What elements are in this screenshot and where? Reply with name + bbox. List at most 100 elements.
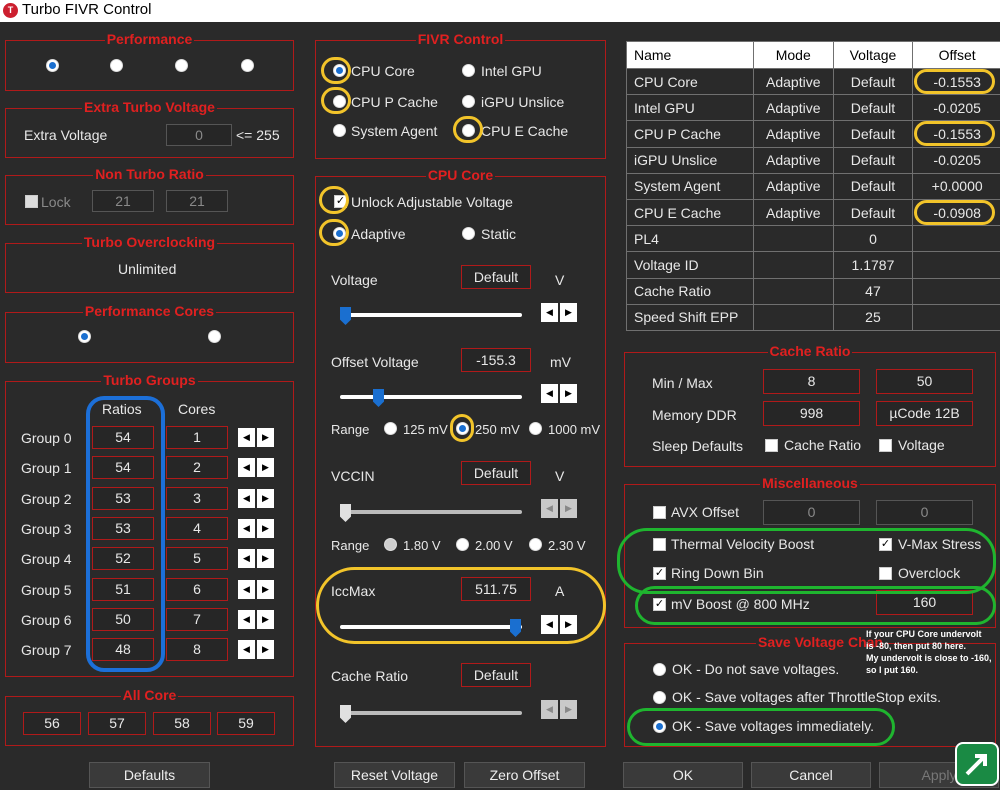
arrow-left-icon[interactable]: ◀ xyxy=(238,609,255,629)
fivr-radio-igpu-unslice[interactable] xyxy=(462,95,475,108)
arrow-right-icon[interactable]: ▶ xyxy=(257,518,274,538)
arrow-left-icon[interactable]: ◀ xyxy=(541,303,558,322)
table-row[interactable]: PL4 0 xyxy=(626,225,1000,253)
range-radio-125[interactable] xyxy=(384,422,397,435)
vccin-range-radio-200[interactable] xyxy=(456,538,469,551)
fivr-radio-intel-gpu[interactable] xyxy=(462,64,475,77)
save-option-exit-radio[interactable] xyxy=(653,691,666,704)
ok-button[interactable]: OK xyxy=(623,762,743,788)
table-cell-mode: Adaptive xyxy=(752,94,834,122)
vccin-slider-thumb[interactable] xyxy=(340,504,351,522)
arrow-right-icon[interactable]: ▶ xyxy=(257,428,274,447)
table-cell-voltage: Default xyxy=(832,67,914,96)
all-core-input-3[interactable]: 58 xyxy=(153,712,211,735)
voltage-slider-thumb[interactable] xyxy=(340,307,351,325)
arrow-right-icon[interactable]: ▶ xyxy=(257,549,274,569)
vccin-range-radio-180[interactable] xyxy=(384,538,397,551)
group-cores-input[interactable]: 6 xyxy=(166,577,228,601)
avx-offset-input-2[interactable]: 0 xyxy=(876,500,973,525)
perf-cores-radio-1[interactable] xyxy=(78,330,91,343)
zero-offset-button[interactable]: Zero Offset xyxy=(464,762,585,788)
arrow-left-icon[interactable]: ◀ xyxy=(238,640,255,660)
group-spinner[interactable]: ◀ ▶ xyxy=(238,428,275,447)
group-spinner[interactable]: ◀ ▶ xyxy=(238,518,275,538)
extra-voltage-input[interactable]: 0 xyxy=(166,124,232,146)
static-radio[interactable] xyxy=(462,227,475,240)
all-core-input-2[interactable]: 57 xyxy=(88,712,146,735)
perf-cores-radio-2[interactable] xyxy=(208,330,221,343)
table-row[interactable]: Intel GPU Adaptive Default -0.0205 xyxy=(626,94,1000,122)
group-spinner[interactable]: ◀ ▶ xyxy=(238,458,275,478)
range-radio-1000[interactable] xyxy=(529,422,542,435)
group-spinner[interactable]: ◀ ▶ xyxy=(238,640,275,660)
arrow-left-icon[interactable]: ◀ xyxy=(541,384,558,403)
group-spinner[interactable]: ◀ ▶ xyxy=(238,488,275,508)
cache-ratio-slider-thumb[interactable] xyxy=(340,705,351,723)
avx-offset-input-1[interactable]: 0 xyxy=(763,500,860,525)
all-core-input-1[interactable]: 56 xyxy=(23,712,81,735)
vccin-slider-track[interactable] xyxy=(340,510,522,514)
performance-radio-4[interactable] xyxy=(241,59,254,72)
arrow-left-icon[interactable]: ◀ xyxy=(238,488,255,508)
group-cores-input[interactable]: 2 xyxy=(166,456,228,480)
cache-ratio-slider-track[interactable] xyxy=(340,711,522,715)
vccin-spinner[interactable]: ◀ ▶ xyxy=(541,499,578,518)
table-cell-offset xyxy=(912,225,1000,253)
lock-checkbox[interactable] xyxy=(25,195,38,208)
offset-spinner[interactable]: ◀ ▶ xyxy=(541,384,578,403)
sleep-cache-ratio-checkbox[interactable] xyxy=(765,439,778,452)
arrow-left-icon[interactable]: ◀ xyxy=(238,549,255,569)
group-spinner[interactable]: ◀ ▶ xyxy=(238,609,275,629)
performance-radio-2[interactable] xyxy=(110,59,123,72)
table-row[interactable]: Voltage ID 1.1787 xyxy=(626,251,1000,279)
fivr-radio-system-agent[interactable] xyxy=(333,124,346,137)
arrow-left-icon[interactable]: ◀ xyxy=(238,458,255,478)
cache-ratio-spinner[interactable]: ◀ ▶ xyxy=(541,700,578,719)
non-turbo-ratio-input-1[interactable]: 21 xyxy=(92,190,154,212)
group-cores-input[interactable]: 1 xyxy=(166,426,228,449)
arrow-right-icon[interactable]: ▶ xyxy=(560,700,577,719)
group-cores-input[interactable]: 8 xyxy=(166,638,228,662)
arrow-right-icon[interactable]: ▶ xyxy=(257,458,274,478)
cancel-button[interactable]: Cancel xyxy=(751,762,871,788)
offset-slider-thumb[interactable] xyxy=(373,389,384,407)
performance-radio-1[interactable] xyxy=(46,59,59,72)
group-spinner[interactable]: ◀ ▶ xyxy=(238,579,275,599)
arrow-left-icon[interactable]: ◀ xyxy=(238,518,255,538)
group-cores-input[interactable]: 5 xyxy=(166,547,228,571)
table-row[interactable]: System Agent Adaptive Default +0.0000 xyxy=(626,172,1000,200)
group-cores-input[interactable]: 4 xyxy=(166,516,228,540)
save-option-none-radio[interactable] xyxy=(653,663,666,676)
sleep-voltage-checkbox[interactable] xyxy=(879,439,892,452)
offset-slider-track[interactable] xyxy=(340,395,522,399)
reset-voltage-button[interactable]: Reset Voltage xyxy=(334,762,455,788)
all-core-input-4[interactable]: 59 xyxy=(217,712,275,735)
arrow-left-icon[interactable]: ◀ xyxy=(541,700,558,719)
arrow-left-icon[interactable]: ◀ xyxy=(238,579,255,599)
arrow-right-icon[interactable]: ▶ xyxy=(560,384,577,403)
table-row[interactable]: Cache Ratio 47 xyxy=(626,277,1000,305)
table-row[interactable]: Speed Shift EPP 25 xyxy=(626,303,1000,331)
vccin-range-radio-230[interactable] xyxy=(529,538,542,551)
group-spinner[interactable]: ◀ ▶ xyxy=(238,549,275,569)
defaults-button[interactable]: Defaults xyxy=(89,762,210,788)
group-cores-input[interactable]: 3 xyxy=(166,486,228,510)
cache-max-input[interactable]: 50 xyxy=(876,369,973,394)
group-cores-input[interactable]: 7 xyxy=(166,607,228,631)
table-cell-mode: Adaptive xyxy=(752,146,834,174)
avx-offset-checkbox[interactable] xyxy=(653,506,666,519)
voltage-spinner[interactable]: ◀ ▶ xyxy=(541,303,578,322)
arrow-right-icon[interactable]: ▶ xyxy=(257,579,274,599)
arrow-right-icon[interactable]: ▶ xyxy=(560,303,577,322)
arrow-right-icon[interactable]: ▶ xyxy=(257,640,274,660)
arrow-right-icon[interactable]: ▶ xyxy=(257,609,274,629)
arrow-right-icon[interactable]: ▶ xyxy=(560,499,577,518)
arrow-left-icon[interactable]: ◀ xyxy=(541,499,558,518)
arrow-right-icon[interactable]: ▶ xyxy=(257,488,274,508)
performance-radio-3[interactable] xyxy=(175,59,188,72)
table-row[interactable]: iGPU Unslice Adaptive Default -0.0205 xyxy=(626,146,1000,174)
non-turbo-ratio-input-2[interactable]: 21 xyxy=(166,190,228,212)
cache-min-input[interactable]: 8 xyxy=(763,369,860,394)
arrow-left-icon[interactable]: ◀ xyxy=(238,428,255,447)
voltage-slider-track[interactable] xyxy=(340,313,522,317)
